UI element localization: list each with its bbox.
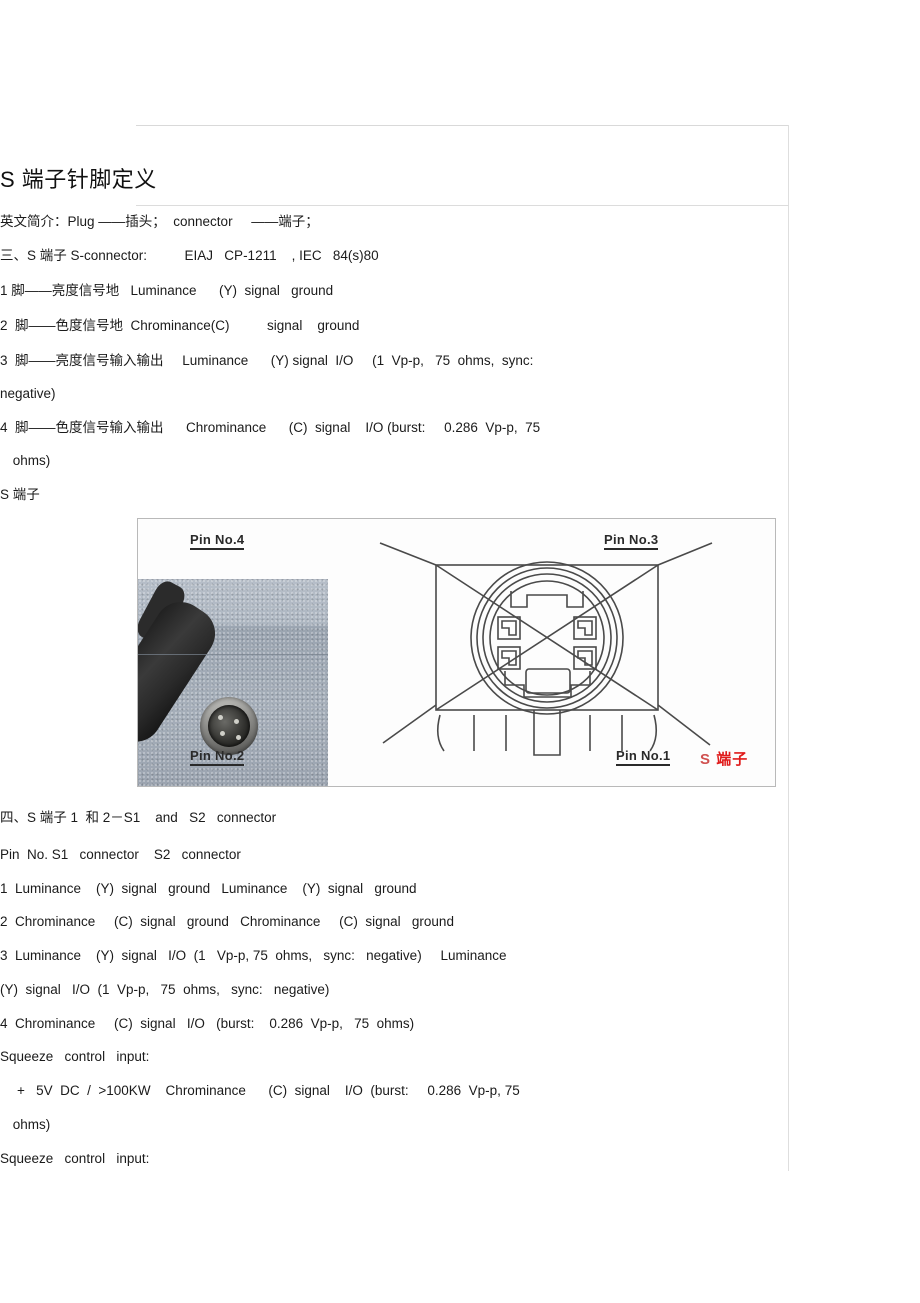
paragraph-row-3-continued: (Y) signal I/O (1 Vp-p, 75 ohms, sync: n… [0,982,330,997]
figure-watermark: S 端子 [700,748,748,769]
paragraph-pin-2: 2 脚——色度信号地 Chrominance(C) signal ground [0,318,360,333]
leader-pin4 [379,542,437,566]
paragraph-section-3: 三、S 端子 S-connector: EIAJ CP-1211 , IEC 8… [0,248,379,263]
paragraph-table-header: Pin No. S1 connector S2 connector [0,847,241,862]
leader-pin2 [382,704,437,744]
pin-label-4: Pin No.4 [190,532,245,550]
plug-pin-b [234,719,239,724]
title-underline-rule [136,205,789,206]
socket-pin-2-inner [501,650,517,666]
plug-pin-d [236,735,241,740]
key-notch-top [510,591,584,608]
mount-leg-center [533,710,561,756]
paragraph-squeeze-1-continued: ohms) [9,1117,51,1132]
connector-line-drawing [328,519,775,786]
paragraph-row-3: 3 Luminance (Y) signal I/O (1 Vp-p, 75 o… [0,948,507,963]
paragraph-squeeze-1-detail: + 5V DC / >100KW Chrominance (C) signal … [17,1083,520,1098]
paragraph-section-4: 四、S 端子 1 和 2－S1 and S2 connector [0,810,277,825]
mount-tab-left [436,714,445,752]
plug-pin-a [218,715,223,720]
pin-label-2: Pin No.2 [190,748,245,766]
paragraph-pin-3: 3 脚——亮度信号输入输出 Luminance (Y) signal I/O (… [0,353,534,368]
pin-label-1: Pin No.1 [616,748,671,766]
paragraph-squeeze-2: Squeeze control input: [0,1151,150,1166]
socket-pin-4-inner [501,620,517,636]
socket-pin-3-inner [577,620,593,636]
paragraph-pin-1: 1 脚——亮度信号地 Luminance (Y) signal ground [0,283,334,298]
mount-tab-right [649,714,658,752]
leader-pin1 [657,704,711,746]
watermark-letter: S [700,751,712,768]
socket-pin-1-inner [577,650,593,666]
paragraph-row-4: 4 Chrominance (C) signal I/O (burst: 0.2… [0,1016,415,1031]
leader-pin3 [657,542,713,566]
paragraph-intro: 英文简介：Plug ——插头； connector ——端子； [0,214,319,229]
paragraph-pin-4: 4 脚——色度信号输入输出 Chrominance (C) signal I/O… [0,420,541,435]
page-frame-top-rule [136,125,789,126]
figure-canvas [138,519,775,786]
paragraph-pin-3-continued: negative) [0,386,56,401]
watermark-chinese: 端子 [716,751,749,768]
pin-label-3: Pin No.3 [604,532,659,550]
s-connector-figure [137,518,776,787]
plug-pin-c [220,731,225,736]
paragraph-row-2: 2 Chrominance (C) signal ground Chromina… [0,914,454,929]
page-title: S 端子针脚定义 [0,167,157,192]
paragraph-row-1: 1 Luminance (Y) signal ground Luminance … [0,881,417,896]
document-page: S 端子针脚定义 英文简介：Plug ——插头； connector ——端子；… [0,0,920,1303]
figure-caption-above: S 端子 [0,487,40,502]
paragraph-squeeze-1: Squeeze control input: [0,1049,150,1064]
plug-face [208,705,250,747]
center-key-slot [525,668,571,694]
page-frame-right-rule [788,125,789,1171]
paragraph-pin-4-continued: ohms) [9,453,51,468]
